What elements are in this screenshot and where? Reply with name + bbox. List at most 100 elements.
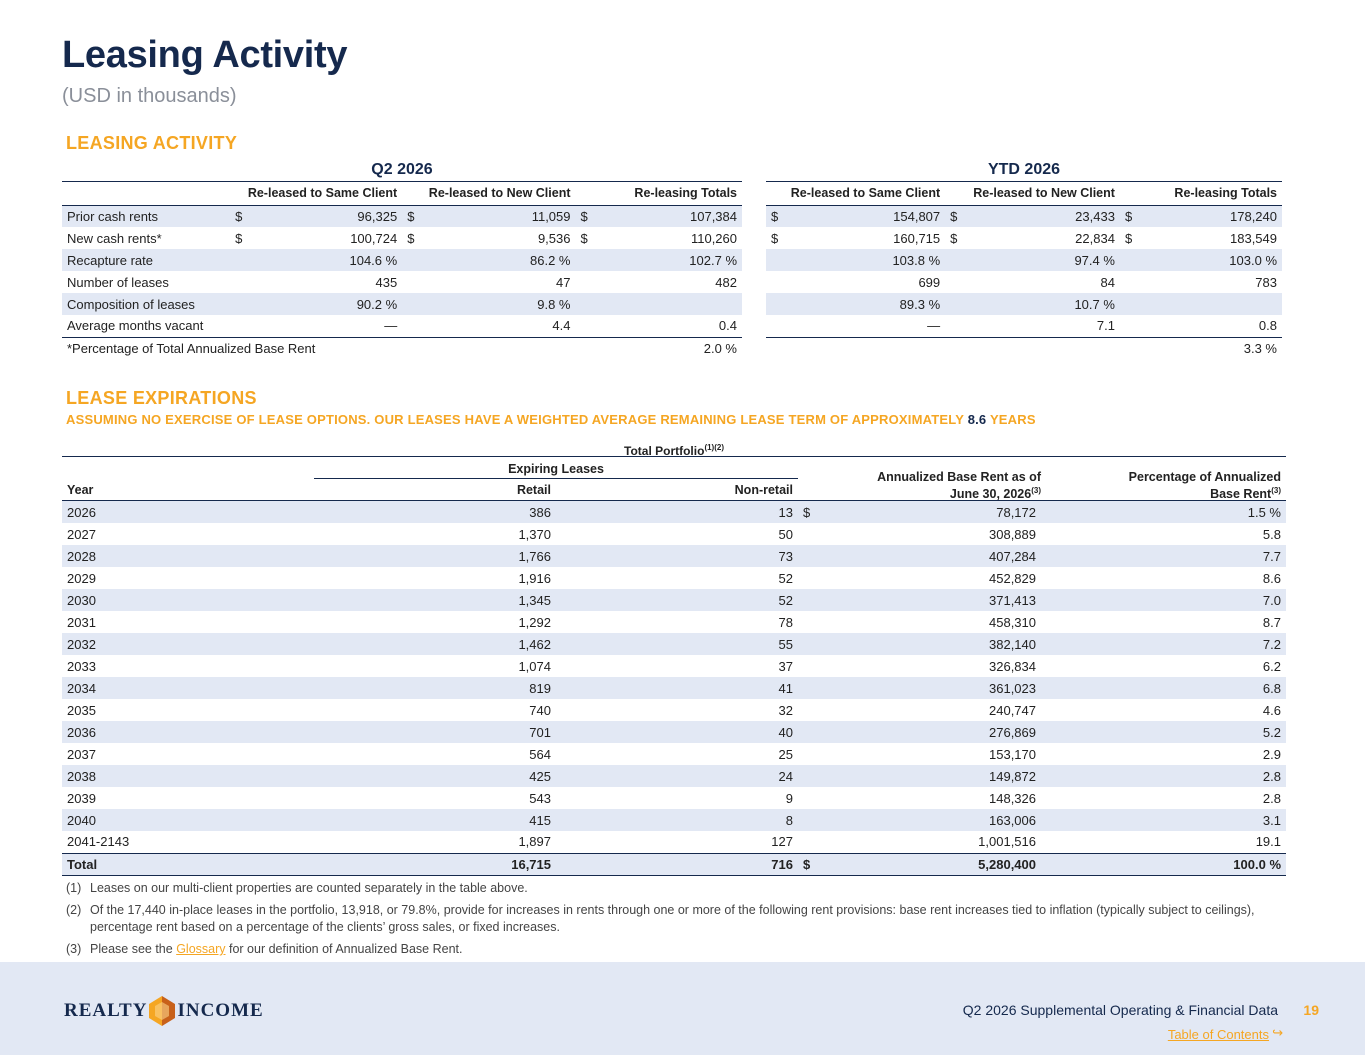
currency-symbol <box>798 787 812 809</box>
ytd-col-header-new-client: Re-leased to New Client <box>945 182 1120 206</box>
ytd-col-header-totals: Re-leasing Totals <box>1119 182 1282 206</box>
ytd-row: $154,807 $23,433 $178,240 <box>766 205 1282 227</box>
ytd-col-header-same-client: Re-leased to Same Client <box>766 182 946 206</box>
currency-symbol <box>798 567 812 589</box>
table-row: 2033 1,074 37 326,834 6.2 <box>62 655 1286 677</box>
pct-cell: 3.1 <box>1041 809 1286 831</box>
subheading-suffix: YEARS <box>989 412 1036 427</box>
subheading-text: ASSUMING NO EXERCISE OF LEASE OPTIONS. O… <box>66 412 964 427</box>
currency-symbol: $ <box>235 230 243 246</box>
currency-symbol <box>798 633 812 655</box>
return-arrow-icon[interactable]: ↪ <box>1272 1025 1283 1041</box>
expiring-leases-header: Expiring Leases <box>508 462 604 476</box>
currency-symbol: $ <box>771 230 779 246</box>
q2-note-row: *Percentage of Total Annualized Base Ren… <box>62 337 742 359</box>
page-subtitle: (USD in thousands) <box>62 85 237 107</box>
retail-cell: 740 <box>529 702 551 718</box>
currency-symbol <box>230 271 247 293</box>
currency-symbol: $ <box>766 205 784 227</box>
retail-cell: 1,292 <box>518 614 551 630</box>
cell-value <box>1137 293 1282 315</box>
cell-value: 783 <box>1255 274 1277 290</box>
nonretail-cell: 41 <box>556 677 798 699</box>
currency-symbol <box>945 293 963 315</box>
abr-cell: 78,172 <box>812 501 1041 523</box>
abr-cell: 361,023 <box>812 677 1041 699</box>
pct-cell: 19.1 <box>1255 834 1281 850</box>
year-cell: 2039 <box>67 790 96 806</box>
table-row: 2037 564 25 153,170 2.9 <box>62 743 1286 765</box>
footnote-text: Of the 17,440 in-place leases in the por… <box>90 903 1255 934</box>
year-cell: 2035 <box>67 702 96 718</box>
currency-symbol: $ <box>950 230 958 246</box>
currency-symbol <box>945 315 963 338</box>
year-cell: 2034 <box>62 677 362 699</box>
currency-symbol <box>798 611 812 633</box>
year-cell: 2033 <box>67 658 96 674</box>
cell-value: 23,433 <box>962 205 1120 227</box>
currency-symbol <box>402 293 420 315</box>
footnote-number: (2) <box>66 903 82 917</box>
currency-symbol: $ <box>798 501 812 523</box>
currency-symbol <box>798 809 812 831</box>
pct-cell: 7.2 <box>1041 633 1286 655</box>
cell-value: 84 <box>1100 274 1115 290</box>
cell-value: 9.8 % <box>419 293 576 315</box>
nonretail-cell: 37 <box>778 658 793 674</box>
glossary-link[interactable]: Glossary <box>176 942 225 956</box>
expirations-table-wrap: Total Portfolio(1)(2) Expiring Leases Ye… <box>62 438 1286 876</box>
currency-symbol <box>798 831 812 853</box>
year-cell: 2027 <box>67 526 96 542</box>
pct-cell: 2.9 <box>1262 746 1281 762</box>
abr-cell: 5,280,400 <box>812 852 1041 876</box>
cell-value: 89.3 % <box>783 293 946 315</box>
cell-value: 7.1 <box>962 315 1120 338</box>
ytd-row: — 7.1 0.8 <box>766 315 1282 338</box>
currency-symbol: $ <box>798 852 812 876</box>
retail-cell: 701 <box>362 721 556 743</box>
currency-symbol <box>575 249 593 271</box>
nonretail-cell: 25 <box>778 746 793 762</box>
cell-value: 103.0 % <box>1137 249 1282 271</box>
nonretail-cell: 8 <box>556 809 798 831</box>
cell-value: 154,807 <box>783 205 946 227</box>
total-portfolio-caption: Total Portfolio(1)(2) <box>62 438 1286 458</box>
q2-leasing-panel: Q2 2026 Re-leased to Same Client Re-leas… <box>62 158 742 359</box>
pct-cell: 2.8 <box>1041 765 1286 787</box>
ytd-period-header: YTD 2026 <box>766 158 1282 182</box>
currency-symbol: $ <box>580 230 588 246</box>
footnote-text: Please see the Glossary for our definiti… <box>90 941 462 958</box>
note-value: 3.3 % <box>1137 337 1282 359</box>
retail-cell: 425 <box>362 765 556 787</box>
retail-cell: 1,074 <box>518 658 551 674</box>
currency-symbol: $ <box>1119 205 1138 227</box>
caption-text: Total Portfolio <box>624 444 705 458</box>
q2-row: Prior cash rents $96,325 $11,059 $107,384 <box>62 205 742 227</box>
retail-cell: 543 <box>529 790 551 806</box>
retail-cell: 1,370 <box>518 526 551 542</box>
note-label: *Percentage of Total Annualized Base Ren… <box>62 337 576 359</box>
currency-symbol <box>798 523 812 545</box>
cell-value <box>592 293 742 315</box>
currency-symbol <box>230 249 248 271</box>
cell-value: 86.2 % <box>419 249 576 271</box>
cell-value: 9,536 <box>537 230 571 246</box>
cell-value: 97.4 % <box>962 249 1120 271</box>
nonretail-cell: 24 <box>556 765 798 787</box>
cell-value: 100,724 <box>350 230 398 246</box>
abr-cell: 407,284 <box>812 545 1041 567</box>
footnote-1: (1) Leases on our multi-client propertie… <box>66 880 1286 897</box>
currency-symbol <box>766 293 784 315</box>
cell-value: 4.4 <box>419 315 576 338</box>
footnotes: (1) Leases on our multi-client propertie… <box>66 880 1286 963</box>
row-label: New cash rents* <box>67 230 162 246</box>
currency-symbol: $ <box>945 205 963 227</box>
year-cell: 2031 <box>67 614 96 630</box>
cell-value: 183,549 <box>1230 230 1277 246</box>
col-header-new-client: Re-leased to New Client <box>402 182 576 206</box>
retail-cell: 1,462 <box>362 633 556 655</box>
leasing-activity-heading: LEASING ACTIVITY <box>66 133 238 153</box>
table-of-contents-link[interactable]: Table of Contents <box>1168 1027 1269 1042</box>
currency-symbol <box>798 765 812 787</box>
retail-cell: 386 <box>362 501 556 523</box>
